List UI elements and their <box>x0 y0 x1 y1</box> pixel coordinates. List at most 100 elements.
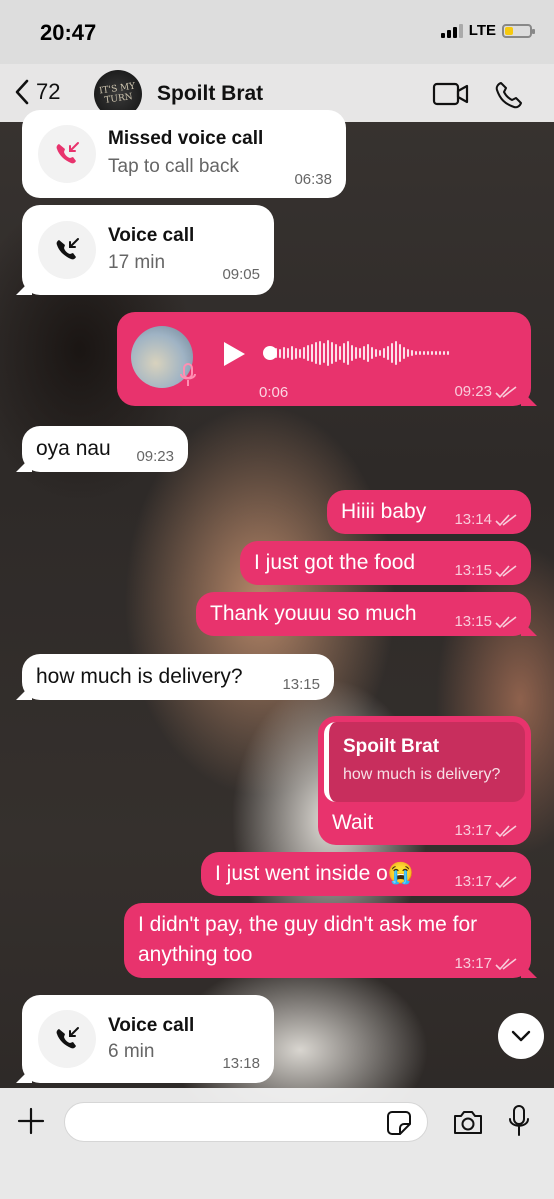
call-subtitle: Tap to call back <box>108 156 239 177</box>
call-title: Voice call <box>108 1015 195 1036</box>
message-text: Hiiii baby <box>341 500 427 523</box>
avatar-text: IT'S MY TURN <box>98 81 136 106</box>
voice-call-bubble[interactable]: Voice call 17 min 09:05 <box>16 205 274 295</box>
quoted-text: how much is delivery? <box>343 766 501 783</box>
waveform-bar <box>311 344 313 362</box>
waveform-bar <box>435 351 437 355</box>
missed-call-icon <box>38 125 96 183</box>
video-call-icon[interactable] <box>432 82 470 106</box>
waveform-bar <box>335 344 337 362</box>
plus-icon[interactable] <box>16 1106 46 1136</box>
double-check-icon <box>495 957 517 970</box>
call-subtitle: 6 min <box>108 1041 155 1062</box>
waveform-bar <box>375 349 377 357</box>
message-text: how much is delivery? <box>36 665 243 688</box>
message-text: I just got the food <box>254 551 416 574</box>
message-text: Wait <box>332 811 374 834</box>
scroll-to-bottom-button[interactable] <box>498 1013 544 1059</box>
message-text: Thank youuu so much <box>210 602 417 625</box>
waveform-bar <box>383 348 385 358</box>
waveform-bar <box>315 342 317 364</box>
double-check-icon <box>495 385 517 398</box>
outgoing-message[interactable]: I didn't pay, the guy didn't ask me for … <box>124 903 537 978</box>
back-button[interactable]: 72 <box>14 78 60 106</box>
waveform-bar <box>407 349 409 357</box>
voice-waveform[interactable] <box>267 338 449 368</box>
waveform-bar <box>283 347 285 359</box>
quoted-sender: Spoilt Brat <box>343 736 440 757</box>
message-text: I just went inside o😭 <box>215 862 414 885</box>
waveform-bar <box>339 346 341 360</box>
incoming-message[interactable]: how much is delivery? 13:15 <box>16 654 334 700</box>
waveform-bar <box>415 351 417 355</box>
phone-icon[interactable] <box>494 80 524 110</box>
waveform-bar <box>387 346 389 360</box>
double-check-icon <box>495 513 517 526</box>
waveform-bar <box>367 344 369 362</box>
waveform-bar <box>447 351 449 355</box>
waveform-bar <box>391 343 393 363</box>
waveform-bar <box>411 350 413 356</box>
message-input[interactable] <box>64 1102 428 1142</box>
message-time: 13:17 <box>454 955 517 972</box>
play-icon[interactable] <box>221 340 247 368</box>
waveform-bar <box>351 345 353 361</box>
call-title: Missed voice call <box>108 128 264 149</box>
signal-icon <box>440 23 463 38</box>
waveform-bar <box>331 342 333 364</box>
double-check-icon <box>495 824 517 837</box>
outgoing-message[interactable]: I just went inside o😭 13:17 <box>201 852 531 896</box>
composer-bar <box>0 1088 554 1199</box>
back-chevron-icon <box>15 79 29 105</box>
waveform-bar <box>423 351 425 355</box>
chevron-down-icon <box>511 1030 531 1042</box>
quoted-message[interactable]: Spoilt Brat how much is delivery? <box>324 722 525 802</box>
double-check-icon <box>495 564 517 577</box>
incoming-call-icon <box>38 1010 96 1068</box>
double-check-icon <box>495 875 517 888</box>
status-indicators: LTE <box>440 22 535 39</box>
waveform-bar <box>359 348 361 358</box>
outgoing-message[interactable]: I just got the food 13:15 <box>240 541 531 585</box>
call-subtitle: 17 min <box>108 252 166 273</box>
missed-call-bubble[interactable]: Missed voice call Tap to call back 06:38 <box>22 110 346 198</box>
voice-note-duration: 0:06 <box>259 384 289 401</box>
status-bar: 20:47 LTE <box>0 0 554 64</box>
waveform-bar <box>295 347 297 359</box>
voice-note-bubble[interactable]: 0:06 09:23 <box>117 312 537 406</box>
incoming-call-icon <box>38 221 96 279</box>
message-time: 13:14 <box>454 511 517 528</box>
waveform-bar <box>327 340 329 366</box>
sticker-icon[interactable] <box>386 1110 412 1136</box>
waveform-bar <box>355 347 357 359</box>
outgoing-message[interactable]: Thank youuu so much 13:15 <box>196 592 537 636</box>
message-time: 13:15 <box>454 562 517 579</box>
network-label: LTE <box>468 22 496 39</box>
waveform-bar <box>443 351 445 355</box>
outgoing-message[interactable]: Hiiii baby 13:14 <box>327 490 531 534</box>
message-time: 13:18 <box>222 1055 260 1072</box>
message-time: 13:15 <box>282 676 320 693</box>
message-time: 09:23 <box>454 383 517 400</box>
waveform-bar <box>439 351 441 355</box>
waveform-bar <box>347 341 349 365</box>
waveform-bar <box>395 341 397 365</box>
call-title: Voice call <box>108 225 195 246</box>
waveform-bar <box>343 343 345 363</box>
double-check-icon <box>495 615 517 628</box>
status-time: 20:47 <box>40 20 97 45</box>
message-time: 09:23 <box>136 448 174 465</box>
contact-name[interactable]: Spoilt Brat <box>157 82 263 106</box>
message-time: 13:17 <box>454 873 517 890</box>
reply-message[interactable]: Spoilt Brat how much is delivery? Wait 1… <box>318 716 531 845</box>
playback-scrubber[interactable] <box>263 346 277 360</box>
incoming-message[interactable]: oya nau 09:23 <box>16 426 188 472</box>
camera-icon[interactable] <box>452 1108 484 1136</box>
waveform-bar <box>379 350 381 356</box>
waveform-bar <box>427 351 429 355</box>
mic-icon[interactable] <box>508 1104 530 1138</box>
waveform-bar <box>303 347 305 359</box>
message-time: 09:05 <box>222 266 260 283</box>
voice-call-bubble[interactable]: Voice call 6 min 13:18 <box>16 995 274 1083</box>
waveform-bar <box>299 348 301 358</box>
